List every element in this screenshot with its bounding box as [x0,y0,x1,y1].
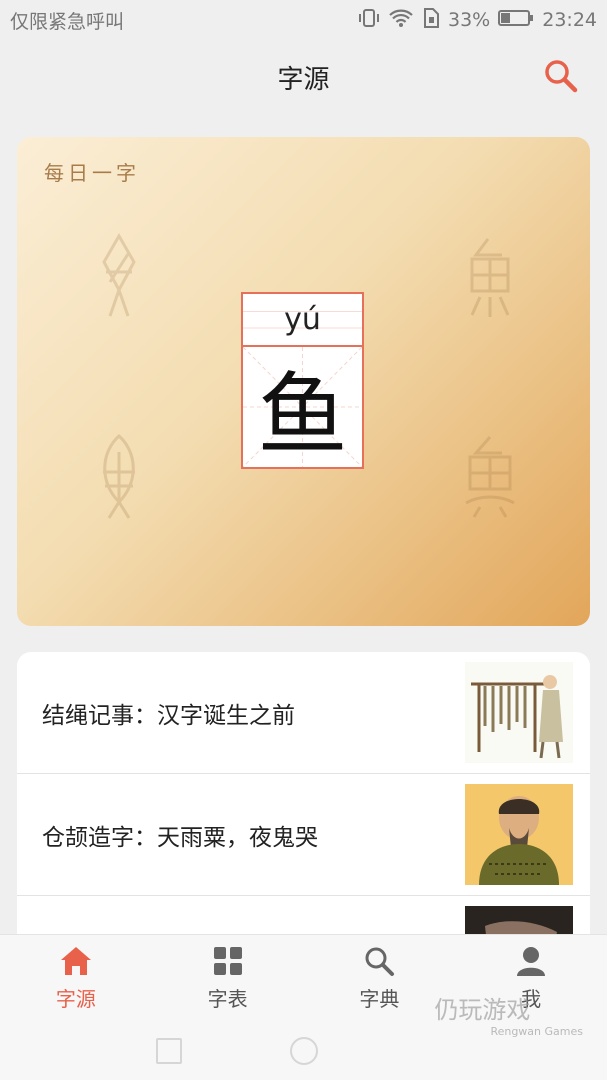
page-title: 字源 [277,64,330,95]
ancient-fish-glyph-icon [470,238,510,317]
tab-label: 字表 [207,987,248,1011]
person-icon [517,947,546,976]
search-button[interactable] [543,58,579,94]
daily-character-card[interactable]: 每日一字 yú 鱼 [17,137,590,626]
tab-label: 字典 [359,987,400,1011]
list-item[interactable]: 结绳记事：汉字诞生之前 [17,652,590,774]
home-icon [60,947,91,975]
search-icon [545,60,578,93]
carrier-text: 仅限紧急呼叫 [10,10,125,33]
article-title: 仓颉造字：天雨粟，夜鬼哭 [42,824,318,851]
cangjie-portrait [465,784,573,885]
search-icon [365,947,395,976]
vibrate-icon [358,8,380,33]
tab-character-list[interactable]: 字表 [152,935,304,1023]
pinyin-text: yú [284,302,321,337]
sim-icon [422,7,440,33]
tab-home[interactable]: 字源 [0,935,152,1023]
tab-label: 字源 [55,987,96,1011]
wifi-icon [388,8,414,33]
character-grid[interactable]: yú 鱼 [241,292,364,469]
status-icons: 33% 23:24 [358,7,597,33]
knot-record-illustration [465,662,573,763]
list-item[interactable]: 仓颉造字：天雨粟，夜鬼哭 [17,774,590,896]
title-bar: 字源 [0,44,607,110]
daily-label: 每日一字 [44,161,140,185]
hanzi-character: 鱼 [257,363,348,468]
status-bar: 仅限紧急呼叫 33% 23:24 [0,0,607,40]
watermark: 仍玩游戏 Rengwan Games [434,990,583,1038]
watermark-text: 仍玩游戏 [434,996,531,1024]
battery-percent: 33% [448,9,491,31]
battery-icon [498,9,534,32]
ancient-fish-glyph-icon [103,433,135,519]
ancient-fish-glyph-icon [465,436,515,518]
hanzi-cell: 鱼 [243,347,362,468]
grid-icon [213,947,242,975]
recent-apps-button[interactable] [156,1038,182,1064]
pinyin-cell: yú [243,294,362,347]
tab-dictionary[interactable]: 字典 [304,935,456,1023]
watermark-subtext: Rengwan Games [490,1025,583,1038]
clock: 23:24 [542,9,597,31]
home-button[interactable] [290,1037,318,1065]
ancient-fish-glyph-icon [102,232,136,317]
article-title: 结绳记事：汉字诞生之前 [42,702,295,729]
article-list: 结绳记事：汉字诞生之前 仓颉造字：天雨粟，夜鬼哭 [17,652,590,952]
